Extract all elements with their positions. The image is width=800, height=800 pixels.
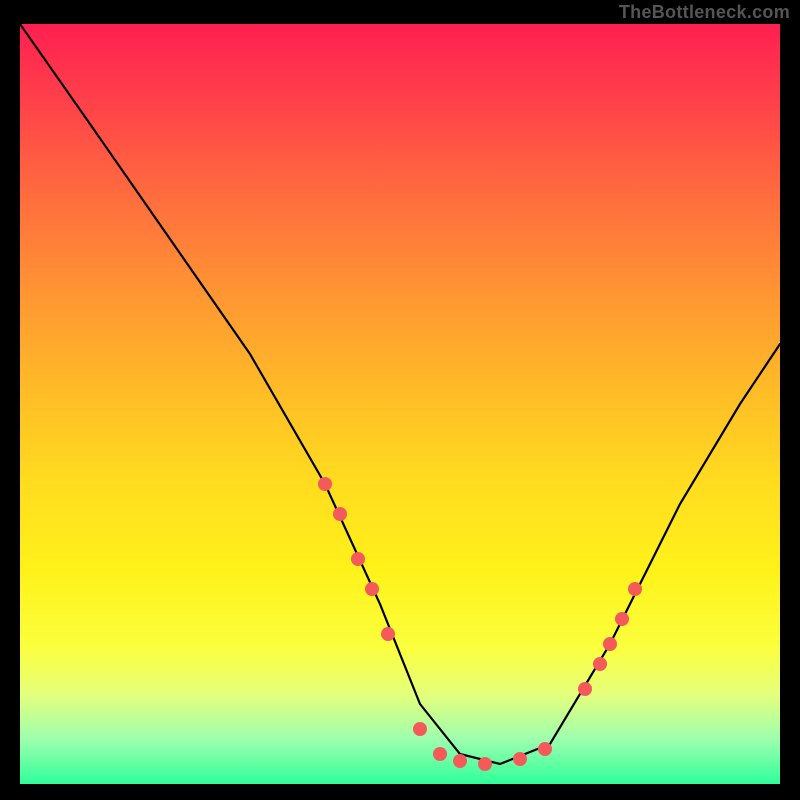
curve-layer [20,24,780,784]
curve-marker [628,582,642,596]
bottleneck-curve [20,24,780,764]
curve-marker [578,682,592,696]
watermark-text: TheBottleneck.com [619,2,790,23]
curve-markers [318,477,642,771]
curve-marker [413,722,427,736]
curve-marker [453,754,467,768]
curve-marker [381,627,395,641]
curve-marker [615,612,629,626]
chart-stage: TheBottleneck.com [0,0,800,800]
curve-marker [318,477,332,491]
curve-marker [603,637,617,651]
curve-marker [513,752,527,766]
curve-marker [478,757,492,771]
curve-marker [365,582,379,596]
curve-marker [351,552,365,566]
curve-marker [538,742,552,756]
curve-marker [433,747,447,761]
curve-marker [593,657,607,671]
curve-marker [333,507,347,521]
